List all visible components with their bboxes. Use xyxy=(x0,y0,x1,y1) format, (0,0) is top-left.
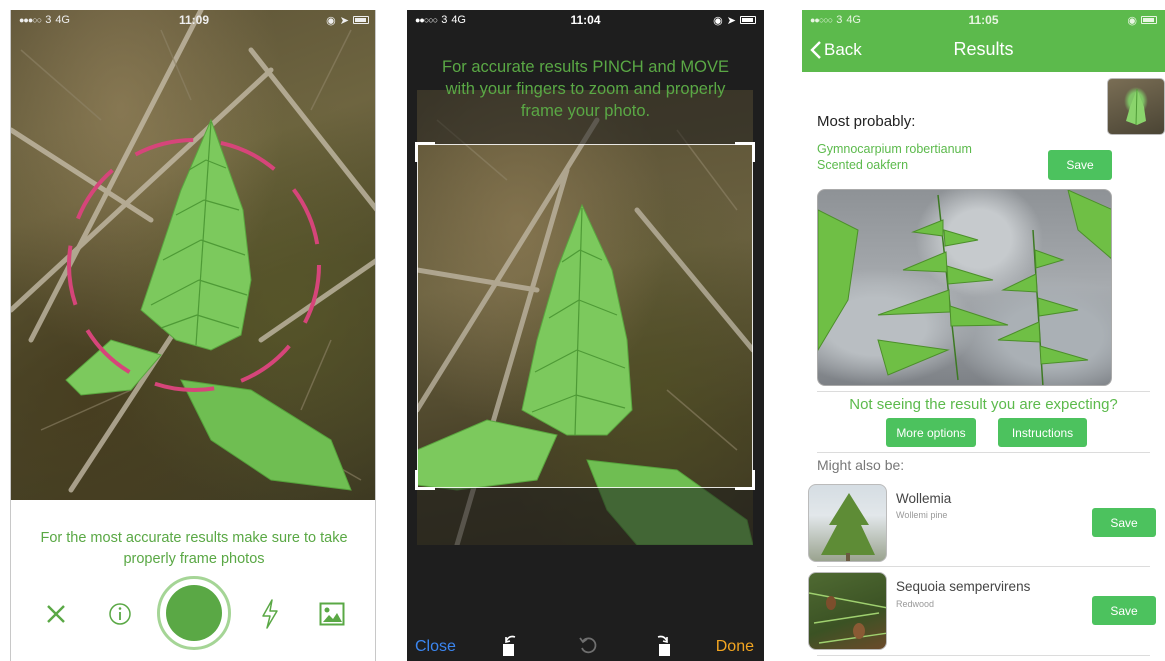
alarm-icon: ◉ xyxy=(1127,14,1137,27)
carrier-label: 3 xyxy=(836,14,843,26)
crop-handle-bottom-left[interactable] xyxy=(415,470,435,490)
alt-result-common-name: Redwood xyxy=(896,599,935,609)
status-bar: ●●○○○ 3 4G 11:05 ◉ xyxy=(802,10,1165,30)
save-alt-result-button[interactable]: Save xyxy=(1092,508,1156,537)
rotate-left-icon[interactable] xyxy=(500,632,522,658)
crop-handle-top-right[interactable] xyxy=(735,142,755,162)
close-button[interactable]: Close xyxy=(415,638,456,656)
page-title: Results xyxy=(953,39,1014,59)
framing-hint: For the most accurate results make sure … xyxy=(40,530,348,567)
results-navbar: ●●○○○ 3 4G 11:05 ◉ Back Results xyxy=(802,10,1165,72)
pinch-hint: For accurate results PINCH and MOVE with… xyxy=(441,58,729,120)
divider xyxy=(817,655,1150,656)
camera-screen: ●●●○○ 3 4G 11:09 ◉ ➤ For the most accurate … xyxy=(10,10,376,661)
alt-result-scientific-name: Wollemia xyxy=(896,491,952,506)
battery-icon xyxy=(1141,16,1157,24)
status-bar: ●●●○○ 3 4G 11:09 ◉ ➤ xyxy=(11,10,375,30)
crop-frame[interactable] xyxy=(415,142,755,490)
alt-result-image[interactable] xyxy=(808,484,887,562)
instructions-button[interactable]: Instructions xyxy=(998,418,1087,447)
submitted-photo-thumbnail[interactable] xyxy=(1107,78,1165,135)
viewfinder-scene xyxy=(11,10,375,493)
more-options-button[interactable]: More options xyxy=(886,418,976,447)
camera-toolbar xyxy=(11,575,375,651)
network-label: 4G xyxy=(55,14,70,26)
camera-viewfinder: ●●●○○ 3 4G 11:09 ◉ ➤ xyxy=(11,10,375,500)
location-icon: ➤ xyxy=(726,14,736,27)
divider xyxy=(817,391,1150,392)
top-result-names: Gymnocarpium robertianum Scented oakfern xyxy=(817,141,972,173)
battery-icon xyxy=(740,16,756,24)
alarm-icon: ◉ xyxy=(713,14,723,27)
top-result-image[interactable] xyxy=(817,189,1112,386)
alt-result-scientific-name: Sequoia sempervirens xyxy=(896,579,1031,594)
network-label: 4G xyxy=(846,14,861,26)
divider xyxy=(817,452,1150,453)
reset-rotate-icon[interactable] xyxy=(577,634,599,656)
carrier-label: 3 xyxy=(441,14,448,26)
clock-label: 11:09 xyxy=(178,13,210,27)
most-probably-label: Most probably: xyxy=(817,113,916,130)
shutter-button[interactable] xyxy=(157,576,231,650)
close-icon[interactable] xyxy=(41,599,71,629)
status-bar: ●●○○○ 3 4G 11:04 ◉ ➤ xyxy=(407,10,764,30)
done-button[interactable]: Done xyxy=(716,638,754,656)
alarm-icon: ◉ xyxy=(326,14,336,27)
crop-handle-top-left[interactable] xyxy=(415,142,435,162)
crop-dim-bottom xyxy=(417,488,753,545)
network-label: 4G xyxy=(451,14,466,26)
clock-label: 11:05 xyxy=(968,13,999,27)
might-also-be-label: Might also be: xyxy=(817,457,905,473)
divider xyxy=(817,566,1150,567)
carrier-label: 3 xyxy=(45,14,52,26)
shutter-core xyxy=(166,585,222,641)
alt-result-common-name: Wollemi pine xyxy=(896,510,948,520)
save-alt-result-button[interactable]: Save xyxy=(1092,596,1156,625)
results-screen: ●●○○○ 3 4G 11:05 ◉ Back Results Most proba… xyxy=(802,10,1165,661)
save-top-result-button[interactable]: Save xyxy=(1048,150,1112,180)
not-seeing-prompt: Not seeing the result you are expecting? xyxy=(849,396,1118,413)
alt-result-image[interactable] xyxy=(808,572,887,650)
location-icon: ➤ xyxy=(339,14,349,27)
crop-handle-bottom-right[interactable] xyxy=(735,470,755,490)
crop-screen: ●●○○○ 3 4G 11:04 ◉ ➤ For accurate result… xyxy=(407,10,764,661)
top-result-scientific-name: Gymnocarpium robertianum xyxy=(817,142,972,156)
info-icon[interactable] xyxy=(105,599,135,629)
top-result-common-name: Scented oakfern xyxy=(817,158,909,172)
crop-toolbar: Close Done xyxy=(407,630,764,661)
flash-icon[interactable] xyxy=(255,597,285,631)
clock-label: 11:04 xyxy=(570,13,601,27)
gallery-icon[interactable] xyxy=(317,599,347,629)
battery-icon xyxy=(353,16,369,24)
rotate-right-icon[interactable] xyxy=(651,632,673,658)
